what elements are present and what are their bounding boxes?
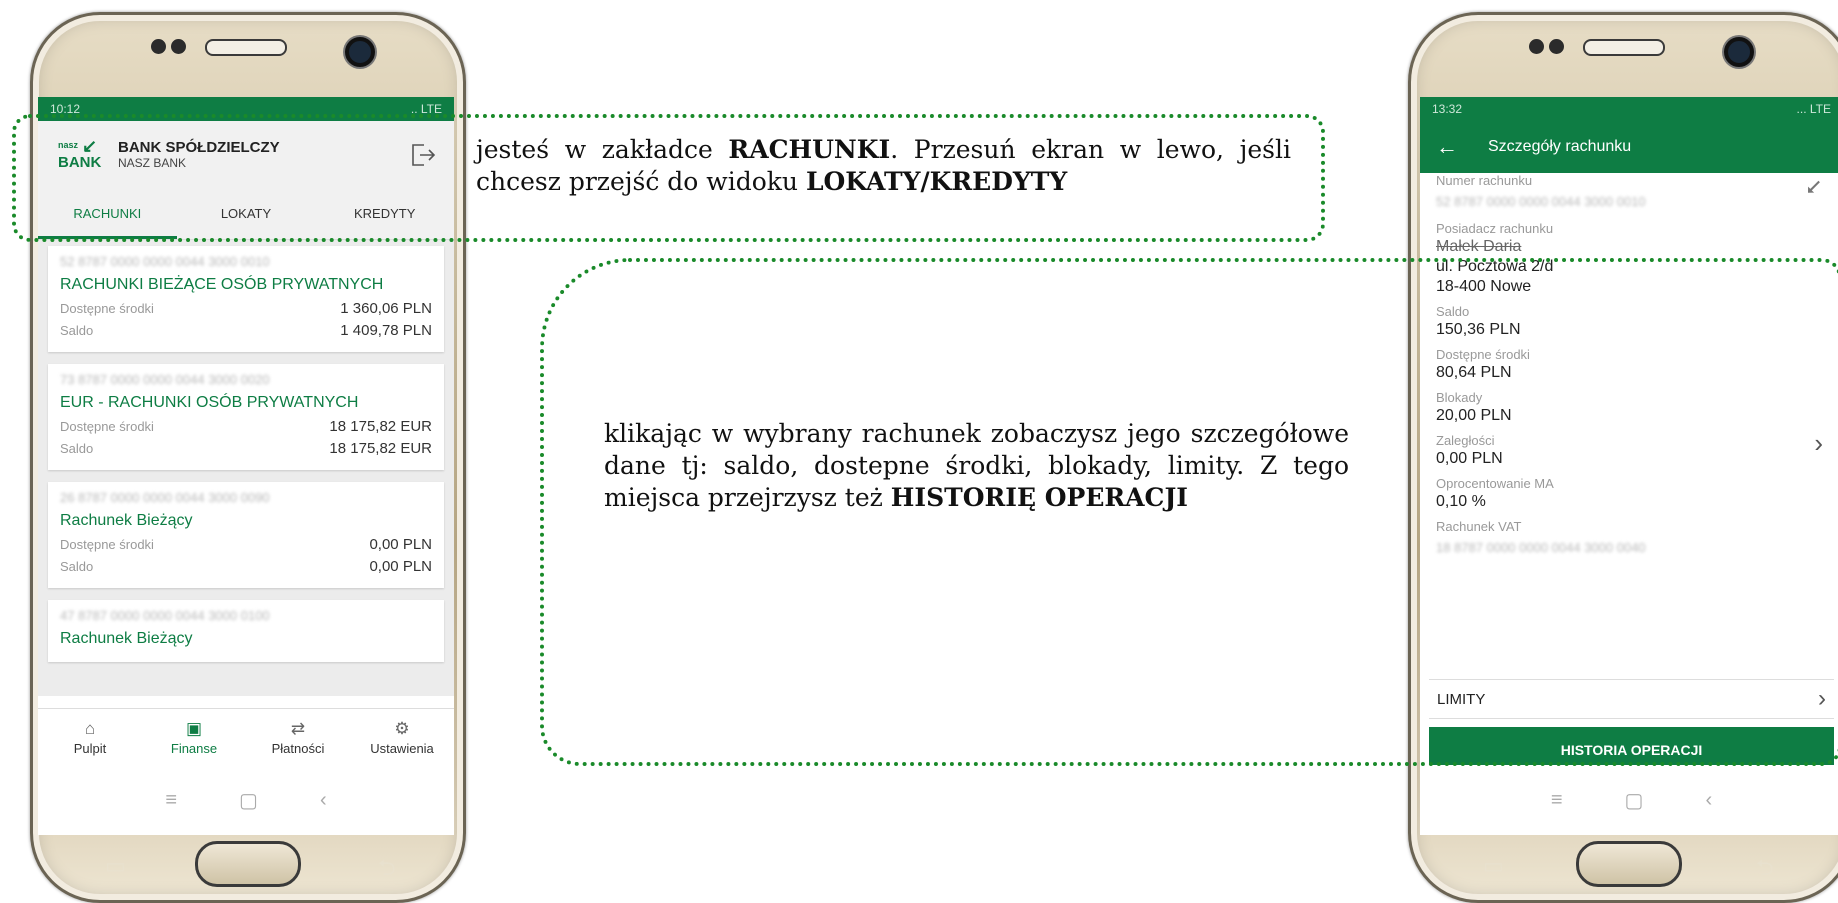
bottom-navigation: ⌂ Pulpit ▣ Finanse ⇄ Płatności ⚙ Ustawienia <box>38 708 454 765</box>
recents-icon[interactable]: ≡ <box>165 789 177 812</box>
available-value: 1 360,06 PLN <box>340 300 432 317</box>
home-square-icon[interactable]: ▢ <box>1625 788 1644 813</box>
field-label: Numer rachunku <box>1436 173 1533 188</box>
status-bar: 13:32 ... LTE <box>1420 97 1838 121</box>
nav-platnosci[interactable]: ⇄ Płatności <box>246 709 350 765</box>
account-card[interactable]: 26 8787 0000 0000 0044 3000 0090 Rachune… <box>48 482 444 588</box>
saldo-label: Saldo <box>60 441 94 456</box>
available-label: Dostępne środki <box>60 301 154 316</box>
nav-label: Ustawienia <box>370 740 434 756</box>
account-name: Rachunek Bieżący <box>60 630 193 647</box>
front-camera <box>1724 37 1754 67</box>
nav-ustawienia[interactable]: ⚙ Ustawienia <box>350 709 454 765</box>
front-camera <box>345 37 375 67</box>
account-list: 52 8787 0000 0000 0044 3000 0010 RACHUNK… <box>38 240 454 696</box>
page-title: Szczegóły rachunku <box>1488 138 1632 155</box>
back-key-icon: ⮌ <box>1756 855 1774 880</box>
home-icon: ⌂ <box>84 718 96 738</box>
annotation-bold: HISTORIĘ OPERACJI <box>890 483 1188 512</box>
saldo-label: Saldo <box>60 323 94 338</box>
recents-key-icon: ▭ <box>1483 853 1504 878</box>
nav-pulpit[interactable]: ⌂ Pulpit <box>38 709 142 765</box>
back-icon[interactable]: ‹ <box>320 789 327 812</box>
status-icons: ... LTE <box>1796 102 1831 116</box>
speaker-grille <box>1583 39 1665 56</box>
nav-finanse[interactable]: ▣ Finanse <box>142 709 246 765</box>
owner-name: Małek Daria <box>1436 238 1522 255</box>
account-name: EUR - RACHUNKI OSÓB PRYWATNYCH <box>60 394 359 411</box>
account-name: Rachunek Bieżący <box>60 512 193 529</box>
available-label: Dostępne środki <box>60 419 154 434</box>
account-card[interactable]: 47 8787 0000 0000 0044 3000 0100 Rachune… <box>48 600 444 662</box>
saldo-value: 1 409,78 PLN <box>340 322 432 339</box>
available-value: 18 175,82 EUR <box>329 418 432 435</box>
annotation-text: jesteś w zakładce <box>476 135 729 164</box>
nav-label: Finanse <box>170 740 218 756</box>
back-icon[interactable]: ‹ <box>1705 789 1712 812</box>
annotation-tabs: jesteś w zakładce RACHUNKI. Przesuń ekra… <box>476 134 1291 198</box>
saldo-value: 18 175,82 EUR <box>329 440 432 457</box>
recents-icon[interactable]: ≡ <box>1551 789 1563 812</box>
account-number: 52 8787 0000 0000 0044 3000 0010 <box>60 254 270 269</box>
status-time: 13:32 <box>1432 102 1463 116</box>
speaker-grille <box>205 39 287 56</box>
sensor-dots <box>151 39 186 54</box>
system-navigation: ≡ ▢ ‹ <box>38 765 454 835</box>
account-number: 47 8787 0000 0000 0044 3000 0100 <box>60 608 270 623</box>
system-navigation: ≡ ▢ ‹ <box>1420 765 1838 835</box>
account-name: RACHUNKI BIEŻĄCE OSÓB PRYWATNYCH <box>60 276 384 293</box>
nav-label: Płatności <box>271 740 325 756</box>
back-key-icon: ⮌ <box>378 855 396 880</box>
back-arrow-icon[interactable]: ← <box>1436 134 1458 160</box>
annotation-details: klikając w wybrany rachunek zobaczysz je… <box>604 418 1349 514</box>
account-number: 73 8787 0000 0000 0044 3000 0020 <box>60 372 270 387</box>
available-value: 0,00 PLN <box>369 536 432 553</box>
account-card[interactable]: 73 8787 0000 0000 0044 3000 0020 EUR - R… <box>48 364 444 470</box>
sensor-dots <box>1529 39 1564 54</box>
home-square-icon[interactable]: ▢ <box>239 788 258 813</box>
available-label: Dostępne środki <box>60 537 154 552</box>
transfer-icon: ⇄ <box>290 718 306 738</box>
nav-label: Pulpit <box>73 740 107 756</box>
field-label: Posiadacz rachunku <box>1436 221 1554 236</box>
account-card[interactable]: 52 8787 0000 0000 0044 3000 0010 RACHUNK… <box>48 246 444 352</box>
recents-key-icon: ▭ <box>105 853 126 878</box>
details-top-bar: ← Szczegóły rachunku <box>1420 121 1838 173</box>
annotation-bold: RACHUNKI <box>728 135 891 164</box>
gear-icon: ⚙ <box>394 718 410 738</box>
hardware-home-button[interactable] <box>1576 841 1682 887</box>
account-number: 52 8787 0000 0000 0044 3000 0010 <box>1436 194 1646 209</box>
wallet-icon: ▣ <box>185 718 203 738</box>
annotation-bold: LOKATY/KREDYTY <box>805 167 1068 196</box>
account-number: 26 8787 0000 0000 0044 3000 0090 <box>60 490 270 505</box>
saldo-value: 0,00 PLN <box>369 558 432 575</box>
saldo-label: Saldo <box>60 559 94 574</box>
hardware-home-button[interactable] <box>195 841 301 887</box>
